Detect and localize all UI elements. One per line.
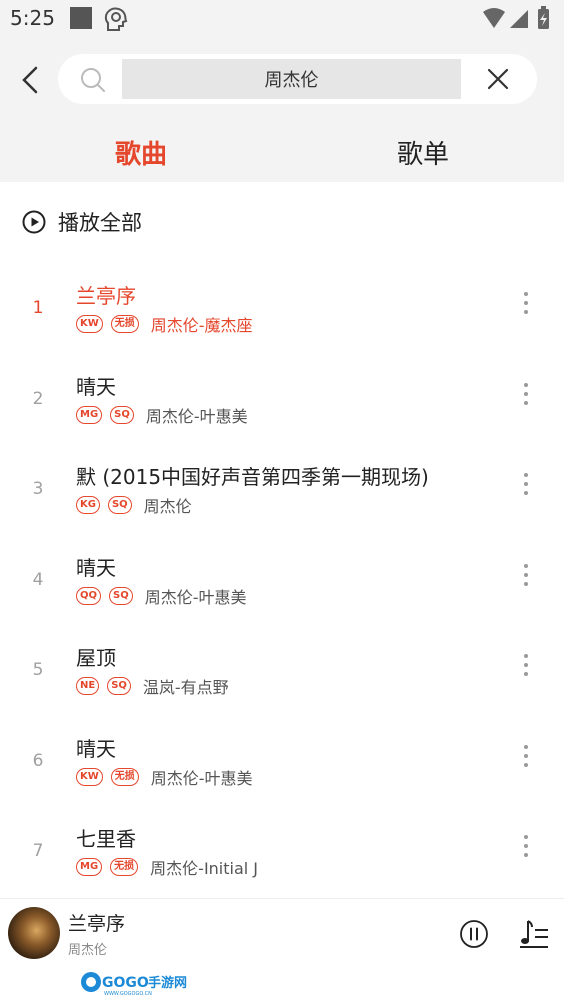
quality-badge: SQ <box>109 586 133 605</box>
svg-text:WWW.GOGOGO.CN: WWW.GOGOGO.CN <box>104 991 152 997</box>
search-input[interactable] <box>122 59 461 99</box>
source-badge: KW <box>76 315 103 333</box>
song-artist: 周杰伦-魔杰座 <box>150 316 253 335</box>
song-artist: 周杰伦 <box>143 497 192 516</box>
more-vertical-icon[interactable] <box>522 654 530 680</box>
svg-text:GOGO: GOGO <box>102 975 149 991</box>
more-vertical-icon[interactable] <box>522 382 530 409</box>
more-vertical-icon[interactable] <box>522 563 530 590</box>
quality-badge: SQ <box>110 405 134 424</box>
song-index: 2 <box>32 388 44 409</box>
song-index: 5 <box>32 660 44 680</box>
play-circle-icon <box>22 210 46 234</box>
song-row[interactable]: 7 七里香 MG 无损 周杰伦-Initial J <box>0 805 564 896</box>
source-badge: MG <box>76 405 103 424</box>
source-badge: KW <box>76 767 103 786</box>
status-time: 5:25 <box>10 6 55 30</box>
quality-badge: 无损 <box>110 315 139 333</box>
tab-bar: 歌曲 歌单 <box>0 112 564 182</box>
song-index: 3 <box>32 479 44 499</box>
source-badge: QQ <box>76 586 102 605</box>
song-title: 七里香 <box>76 827 136 851</box>
song-artist: 周杰伦-Initial J <box>150 859 259 878</box>
quality-badge: 无损 <box>110 858 139 876</box>
song-row[interactable]: 5 屋顶 NE SQ 温岚-有点野 <box>0 624 564 715</box>
song-title: 兰亭序 <box>76 284 136 308</box>
search-box <box>58 54 537 104</box>
status-bar: 5:25 <box>0 0 564 40</box>
song-title: 默 (2015中国好声音第四季第一期现场) <box>76 465 429 489</box>
chevron-left-icon[interactable] <box>18 64 46 96</box>
status-indicators-icon <box>483 6 549 29</box>
song-meta: NE SQ 温岚-有点野 <box>76 676 229 697</box>
close-icon[interactable] <box>487 68 509 90</box>
song-meta: KG SQ 周杰伦 <box>76 495 192 516</box>
brain-icon <box>104 7 128 31</box>
song-index: 1 <box>32 298 44 318</box>
quality-badge: 无损 <box>110 767 139 786</box>
more-vertical-icon[interactable] <box>522 835 530 861</box>
song-meta: KW 无损 周杰伦-魔杰座 <box>76 314 253 335</box>
song-title: 晴天 <box>76 555 116 580</box>
song-artist: 温岚-有点野 <box>142 678 229 697</box>
song-title: 屋顶 <box>76 646 116 670</box>
svg-text:手游网: 手游网 <box>148 975 187 991</box>
song-meta: MG 无损 周杰伦-Initial J <box>76 857 259 878</box>
playlist-icon[interactable] <box>518 917 550 949</box>
play-all-button[interactable]: 播放全部 <box>22 205 142 239</box>
song-index: 7 <box>32 841 44 861</box>
song-row[interactable]: 3 默 (2015中国好声音第四季第一期现场) KG SQ 周杰伦 <box>0 443 564 534</box>
song-row[interactable]: 2 晴天 MG SQ 周杰伦-叶惠美 <box>0 353 564 444</box>
pause-circle-icon[interactable] <box>459 919 489 949</box>
song-title: 晴天 <box>76 374 116 399</box>
play-all-label: 播放全部 <box>58 211 142 235</box>
quality-badge: SQ <box>107 496 132 514</box>
player-title: 兰亭序 <box>68 913 126 935</box>
song-list: 1 兰亭序 KW 无损 周杰伦-魔杰座 2 晴天 MG SQ 周杰伦-叶惠美 3… <box>0 262 564 896</box>
source-badge: MG <box>76 858 103 876</box>
watermark-logo: GOGO 手游网 WWW.GOGOGO.CN <box>81 972 187 997</box>
song-index: 4 <box>32 569 44 590</box>
song-row[interactable]: 6 晴天 KW 无损 周杰伦-叶惠美 <box>0 715 564 806</box>
more-vertical-icon[interactable] <box>522 292 530 318</box>
song-meta: KW 无损 周杰伦-叶惠美 <box>76 767 253 788</box>
song-index: 6 <box>32 750 44 771</box>
more-vertical-icon[interactable] <box>522 744 530 771</box>
notification-icon <box>70 7 92 29</box>
song-meta: MG SQ 周杰伦-叶惠美 <box>76 405 248 426</box>
song-artist: 周杰伦-叶惠美 <box>145 406 248 426</box>
mini-player[interactable]: 兰亭序 周杰伦 GOGO 手游网 WWW.GOGOGO.CN <box>0 898 564 1004</box>
more-vertical-icon[interactable] <box>522 473 530 499</box>
song-meta: QQ SQ 周杰伦-叶惠美 <box>76 586 247 607</box>
quality-badge: SQ <box>107 677 131 695</box>
song-artist: 周杰伦-叶惠美 <box>150 768 253 788</box>
tab-songs[interactable]: 歌曲 <box>66 134 216 171</box>
song-row[interactable]: 4 晴天 QQ SQ 周杰伦-叶惠美 <box>0 534 564 625</box>
source-badge: NE <box>76 677 100 695</box>
album-cover[interactable] <box>8 907 60 959</box>
song-artist: 周杰伦-叶惠美 <box>144 587 247 607</box>
song-title: 晴天 <box>76 736 116 761</box>
search-icon <box>81 68 105 92</box>
search-header: 歌曲 歌单 <box>0 40 564 182</box>
song-row[interactable]: 1 兰亭序 KW 无损 周杰伦-魔杰座 <box>0 262 564 353</box>
tab-playlists[interactable]: 歌单 <box>348 134 498 171</box>
source-badge: KG <box>76 496 100 514</box>
player-artist: 周杰伦 <box>68 943 108 958</box>
